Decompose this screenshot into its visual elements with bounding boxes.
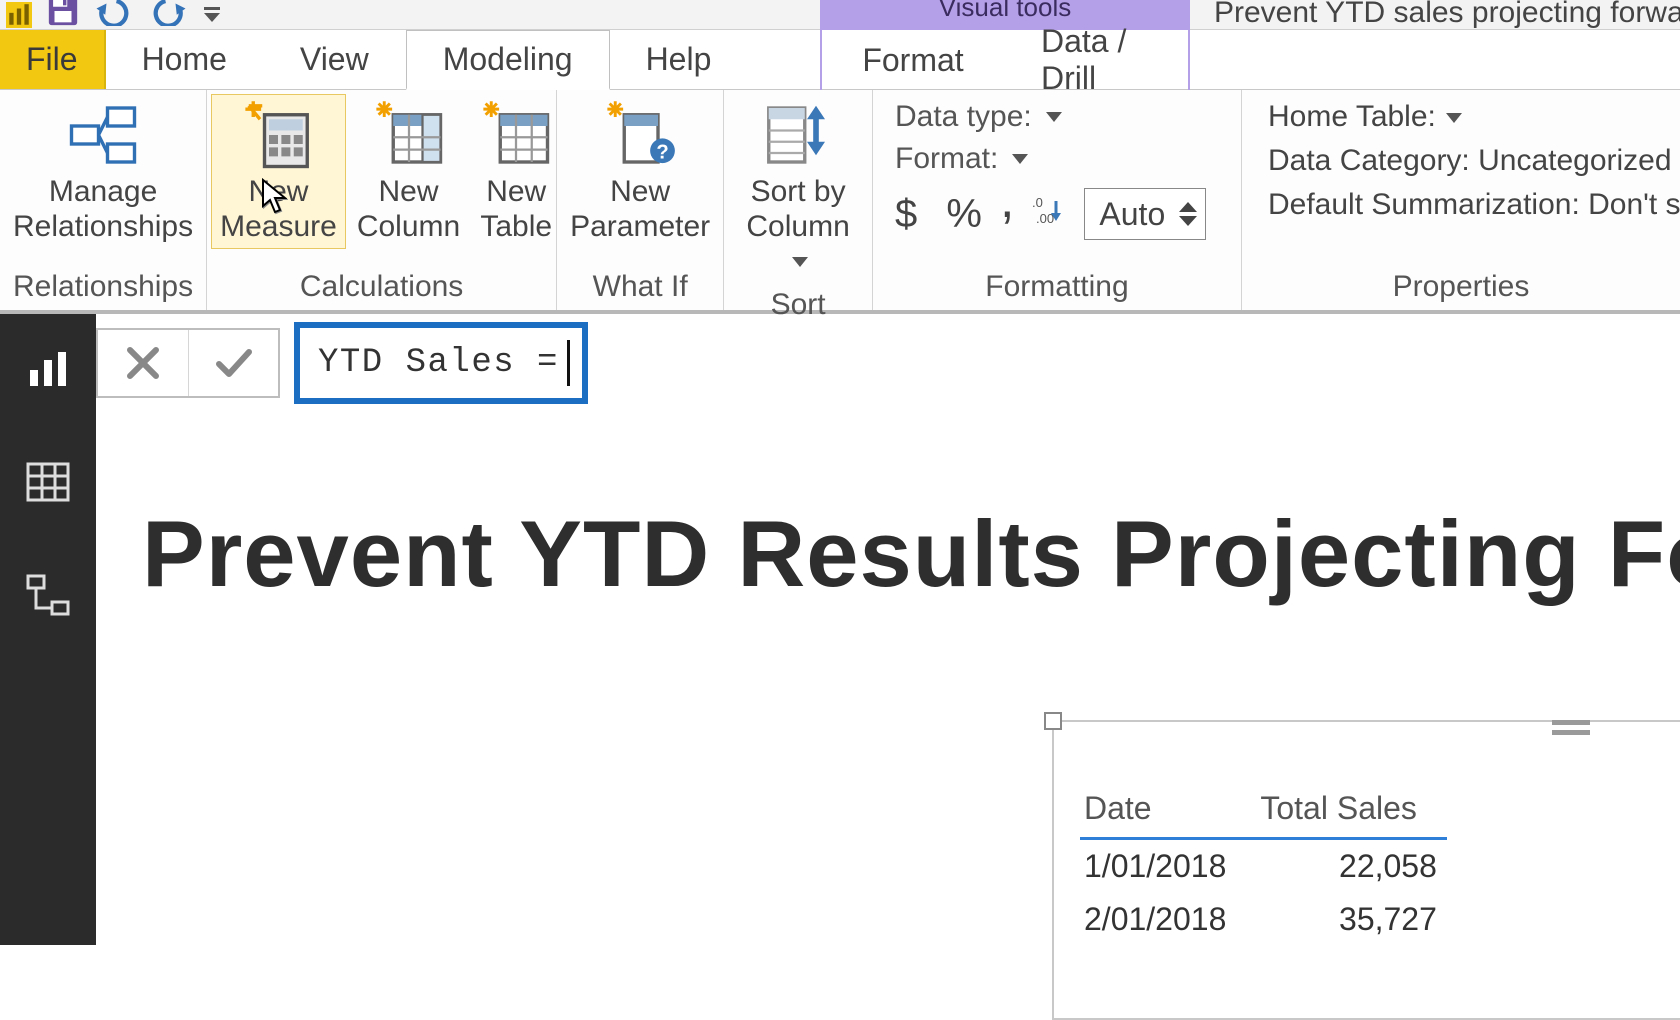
tab-format[interactable]: Format bbox=[822, 30, 1005, 90]
new-column-label: New Column bbox=[357, 175, 460, 244]
page-title: Prevent YTD Results Projecting Forw bbox=[142, 500, 1680, 608]
column-header-total-sales[interactable]: Total Sales bbox=[1256, 784, 1447, 837]
chevron-down-icon bbox=[792, 257, 808, 267]
window-title: Prevent YTD sales projecting forward bbox=[1214, 0, 1680, 30]
tab-file[interactable]: File bbox=[0, 30, 106, 89]
sort-icon bbox=[762, 99, 834, 171]
tab-view[interactable]: View bbox=[264, 30, 406, 89]
drag-handle-icon[interactable] bbox=[1552, 720, 1590, 735]
new-column-button[interactable]: New Column bbox=[348, 94, 469, 249]
group-label-sort: Sort bbox=[724, 284, 872, 328]
formula-text: YTD Sales = bbox=[318, 344, 559, 382]
tab-home[interactable]: Home bbox=[106, 30, 264, 89]
data-category-dropdown[interactable]: Data Category: Uncategorized bbox=[1268, 144, 1654, 178]
cell-sales: 35,727 bbox=[1256, 893, 1447, 946]
measure-icon bbox=[242, 99, 314, 171]
chevron-down-icon bbox=[1012, 154, 1028, 164]
decimal-places-value: Auto bbox=[1099, 196, 1165, 233]
group-label-properties: Properties bbox=[1242, 266, 1680, 310]
table-icon bbox=[480, 99, 552, 171]
check-icon bbox=[213, 342, 255, 384]
new-parameter-label: New Parameter bbox=[570, 175, 710, 244]
contextual-tabs: Format Data / Drill bbox=[820, 30, 1190, 90]
parameter-icon: ? bbox=[604, 99, 676, 171]
table-row[interactable]: 1/01/2018 22,058 bbox=[1080, 840, 1447, 893]
left-nav bbox=[0, 314, 96, 945]
new-measure-button[interactable]: New Measure bbox=[211, 94, 346, 249]
tab-data-drill[interactable]: Data / Drill bbox=[1005, 30, 1188, 90]
home-table-dropdown[interactable]: Home Table: bbox=[1268, 100, 1654, 134]
cell-date: 2/01/2018 bbox=[1080, 893, 1256, 946]
stepper-up-icon[interactable] bbox=[1179, 202, 1197, 212]
tab-modeling[interactable]: Modeling bbox=[406, 30, 610, 90]
group-label-formatting: Formatting bbox=[873, 266, 1241, 310]
ribbon-tabs: File Home View Modeling Help Format Data… bbox=[0, 30, 1680, 90]
currency-format-button[interactable]: $ bbox=[895, 192, 928, 237]
formula-commit-button[interactable] bbox=[188, 330, 278, 396]
cell-date: 1/01/2018 bbox=[1080, 840, 1256, 893]
data-table: Date Total Sales 1/01/2018 22,058 2/01/2… bbox=[1080, 784, 1447, 946]
tab-help[interactable]: Help bbox=[610, 30, 749, 89]
svg-text:?: ? bbox=[656, 142, 668, 164]
relationships-icon bbox=[67, 99, 139, 171]
default-summarization-label: Default Summarization: Don't s bbox=[1268, 188, 1680, 221]
sort-by-column-label: Sort by Column bbox=[737, 175, 859, 279]
new-parameter-button[interactable]: ? New Parameter bbox=[561, 94, 719, 249]
model-icon bbox=[24, 572, 72, 620]
new-table-button[interactable]: New Table bbox=[471, 94, 561, 249]
grid-icon bbox=[24, 458, 72, 506]
column-icon bbox=[373, 99, 445, 171]
group-label-calculations: Calculations bbox=[207, 266, 556, 310]
formula-input[interactable]: YTD Sales = bbox=[294, 322, 588, 404]
ribbon: Manage Relationships Relationships New M… bbox=[0, 90, 1680, 314]
formula-cancel-button[interactable] bbox=[98, 330, 188, 396]
app-logo-icon bbox=[6, 2, 32, 28]
text-caret bbox=[567, 340, 570, 386]
title-bar: Visual tools Prevent YTD sales projectin… bbox=[0, 0, 1680, 30]
percent-format-button[interactable]: % bbox=[946, 192, 982, 237]
close-icon bbox=[124, 344, 162, 382]
sort-by-column-button[interactable]: Sort by Column bbox=[728, 94, 868, 284]
selection-handle-icon[interactable] bbox=[1044, 712, 1062, 730]
qat-customize-icon[interactable] bbox=[202, 5, 222, 25]
redo-icon[interactable] bbox=[148, 0, 188, 33]
formula-bar: YTD Sales = bbox=[96, 322, 588, 404]
model-view-button[interactable] bbox=[14, 562, 82, 630]
decimals-format-button[interactable]: .0.00 bbox=[1032, 193, 1066, 235]
data-view-button[interactable] bbox=[14, 448, 82, 516]
group-label-whatif: What If bbox=[557, 266, 723, 310]
data-type-dropdown[interactable]: Data type: bbox=[895, 100, 1219, 134]
chevron-down-icon bbox=[1046, 112, 1062, 122]
default-summarization-dropdown[interactable]: Default Summarization: Don't s bbox=[1268, 188, 1654, 222]
new-measure-label: New Measure bbox=[220, 175, 337, 244]
table-header-row: Date Total Sales bbox=[1080, 784, 1447, 837]
group-label-relationships: Relationships bbox=[0, 266, 206, 310]
bar-chart-icon bbox=[24, 344, 72, 392]
format-label: Format: bbox=[895, 142, 998, 176]
new-table-label: New Table bbox=[480, 175, 552, 244]
column-header-date[interactable]: Date bbox=[1080, 784, 1256, 837]
data-category-label: Data Category: Uncategorized bbox=[1268, 144, 1672, 177]
table-visual[interactable]: Date Total Sales 1/01/2018 22,058 2/01/2… bbox=[1052, 720, 1680, 1020]
svg-text:.0: .0 bbox=[1032, 195, 1043, 210]
manage-relationships-button[interactable]: Manage Relationships bbox=[4, 94, 202, 249]
manage-relationships-label: Manage Relationships bbox=[13, 175, 193, 244]
report-view-button[interactable] bbox=[14, 334, 82, 402]
home-table-label: Home Table: bbox=[1268, 100, 1436, 133]
undo-icon[interactable] bbox=[94, 0, 134, 33]
decimal-icon: .0.00 bbox=[1032, 193, 1066, 227]
format-dropdown[interactable]: Format: bbox=[895, 142, 1219, 176]
chevron-down-icon bbox=[1446, 113, 1462, 123]
decimal-places-stepper[interactable]: Auto bbox=[1084, 188, 1206, 240]
table-row[interactable]: 2/01/2018 35,727 bbox=[1080, 893, 1447, 946]
data-type-label: Data type: bbox=[895, 100, 1032, 134]
cell-sales: 22,058 bbox=[1256, 840, 1447, 893]
thousands-format-button[interactable]: , bbox=[1000, 190, 1014, 210]
stepper-down-icon[interactable] bbox=[1179, 216, 1197, 226]
report-canvas[interactable]: Prevent YTD Results Projecting Forw Date… bbox=[96, 420, 1680, 945]
